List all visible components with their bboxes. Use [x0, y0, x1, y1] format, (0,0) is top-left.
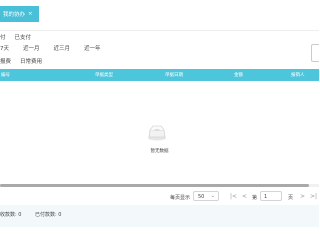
column-header-doc-date[interactable]: 单据日期 [165, 72, 183, 78]
page-number-input[interactable]: 1 [260, 191, 282, 201]
table-header: 编号 单据类型 单据日期 金额 报销人 [0, 69, 319, 81]
time-filter: 7天 近一月 近三月 近一年 [0, 44, 115, 52]
tab-my-assist[interactable]: 我的协办 × [0, 6, 39, 22]
received-count: 收款数: 0 [0, 212, 22, 218]
summary-footer: 收款数: 0 已付款数: 0 [0, 205, 319, 227]
column-header-doc-type[interactable]: 单据类型 [95, 72, 113, 78]
empty-box-icon [148, 125, 166, 141]
chevron-down-icon: ⌄ [210, 192, 215, 199]
cost-type-option-daily[interactable]: 日常费用 [20, 57, 42, 65]
horizontal-scrollbar-thumb[interactable] [0, 184, 309, 187]
first-page-icon[interactable]: |< [230, 193, 237, 200]
empty-state-text: 暂无数据 [150, 149, 169, 154]
status-option-unpaid[interactable]: 付 [0, 33, 6, 41]
per-page-value: 50 [198, 193, 205, 200]
side-action-button[interactable] [311, 44, 319, 62]
close-icon[interactable]: × [28, 11, 33, 17]
per-page-select[interactable]: 50 ⌄ [193, 191, 219, 201]
prev-page-icon[interactable]: < [242, 193, 247, 200]
cost-type-filter: 报费 日常费用 [0, 57, 51, 65]
cost-type-option-report[interactable]: 报费 [0, 57, 11, 65]
column-header-number[interactable]: 编号 [1, 72, 10, 78]
last-page-icon[interactable]: >| [310, 193, 317, 200]
time-option-3months[interactable]: 近三月 [54, 44, 71, 52]
tab-bar: 我的协办 × [0, 0, 319, 31]
page-unit-label: 页 [288, 195, 294, 201]
per-page-label: 每页显示 [170, 195, 191, 201]
next-page-icon[interactable]: > [300, 193, 305, 200]
status-option-paid[interactable]: 已支付 [15, 33, 32, 41]
time-option-1month[interactable]: 近一月 [23, 44, 40, 52]
pagination: 每页显示 50 ⌄ |< < 第 1 页 > >| [0, 190, 319, 204]
status-filter: 付 已支付 [0, 33, 40, 41]
tab-label: 我的协办 [3, 12, 26, 18]
page-number-value: 1 [264, 193, 268, 200]
time-option-7days[interactable]: 7天 [0, 44, 9, 52]
paid-count: 已付款数: 0 [35, 212, 62, 218]
page-label: 第 [252, 195, 258, 201]
column-header-reimburser[interactable]: 报销人 [291, 72, 305, 78]
column-header-amount[interactable]: 金额 [234, 72, 243, 78]
time-option-1year[interactable]: 近一年 [84, 44, 101, 52]
